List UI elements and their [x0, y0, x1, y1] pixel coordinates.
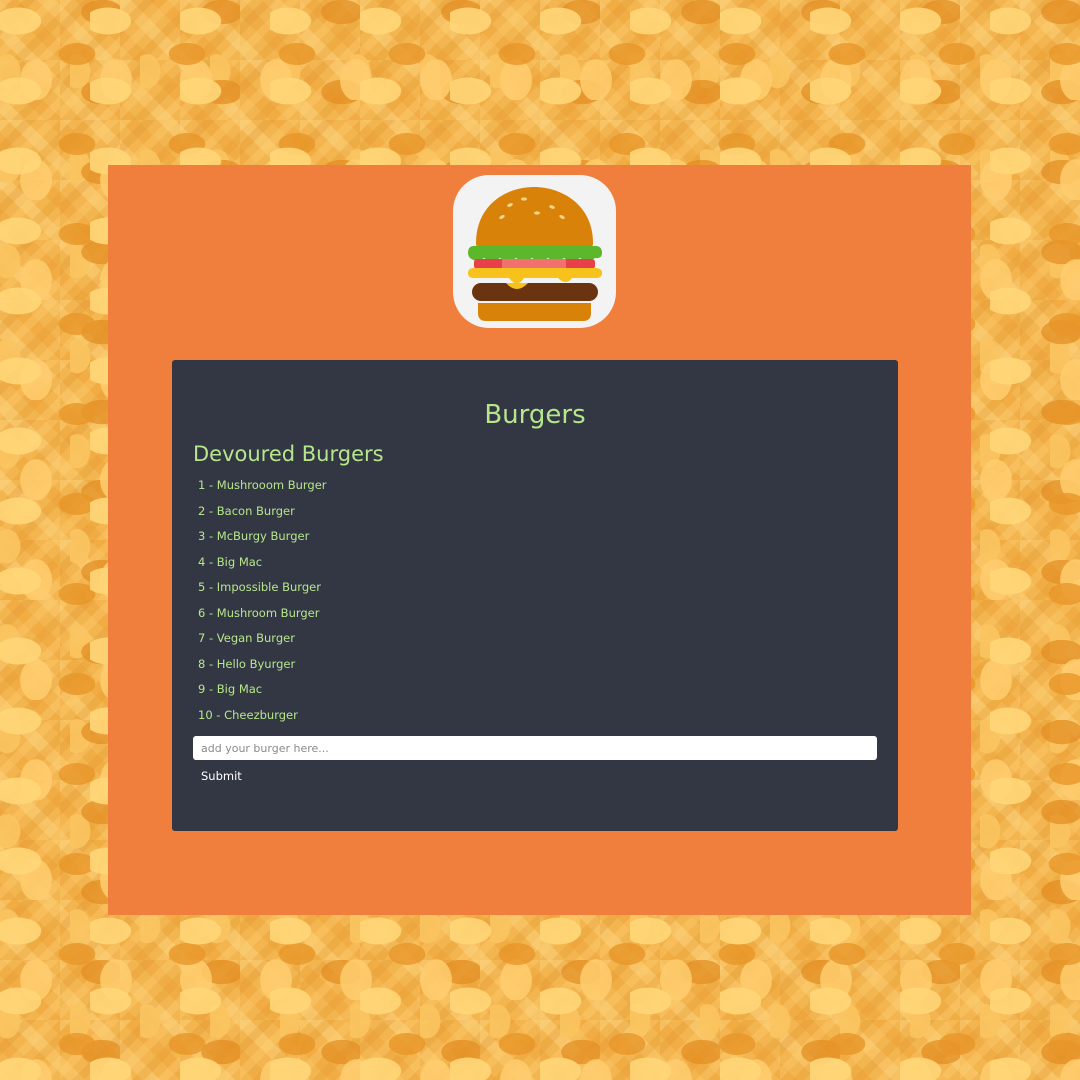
logo: [453, 175, 616, 328]
page-frame: Burgers Devoured Burgers 1 - Mushrooom B…: [108, 165, 971, 915]
list-item: 1 - Mushrooom Burger: [198, 478, 327, 492]
submit-button[interactable]: Submit: [193, 766, 250, 786]
list-item: 9 - Big Mac: [198, 682, 263, 696]
devoured-burgers-heading: Devoured Burgers: [193, 442, 384, 466]
list-item: 2 - Bacon Burger: [198, 503, 295, 518]
burger-panel: Burgers Devoured Burgers 1 - Mushrooom B…: [172, 360, 898, 831]
page-title: Burgers: [484, 400, 586, 430]
list-item: 4 - Big Mac: [198, 554, 263, 569]
list-item: 8 - Hello Byurger: [198, 656, 296, 671]
list-item: 5 - Impossible Burger: [198, 580, 321, 594]
list-item: 7 - Vegan Burger: [198, 631, 295, 645]
hamburger-icon: [468, 187, 602, 321]
burger-list: 1 - Mushrooom Burger 2 - Bacon Burger 3 …: [198, 477, 327, 732]
list-item: 6 - Mushroom Burger: [198, 605, 320, 620]
list-item: 10 - Cheezburger: [198, 707, 298, 722]
burger-name-input[interactable]: [193, 736, 877, 760]
list-item: 3 - McBurgy Burger: [198, 529, 310, 543]
